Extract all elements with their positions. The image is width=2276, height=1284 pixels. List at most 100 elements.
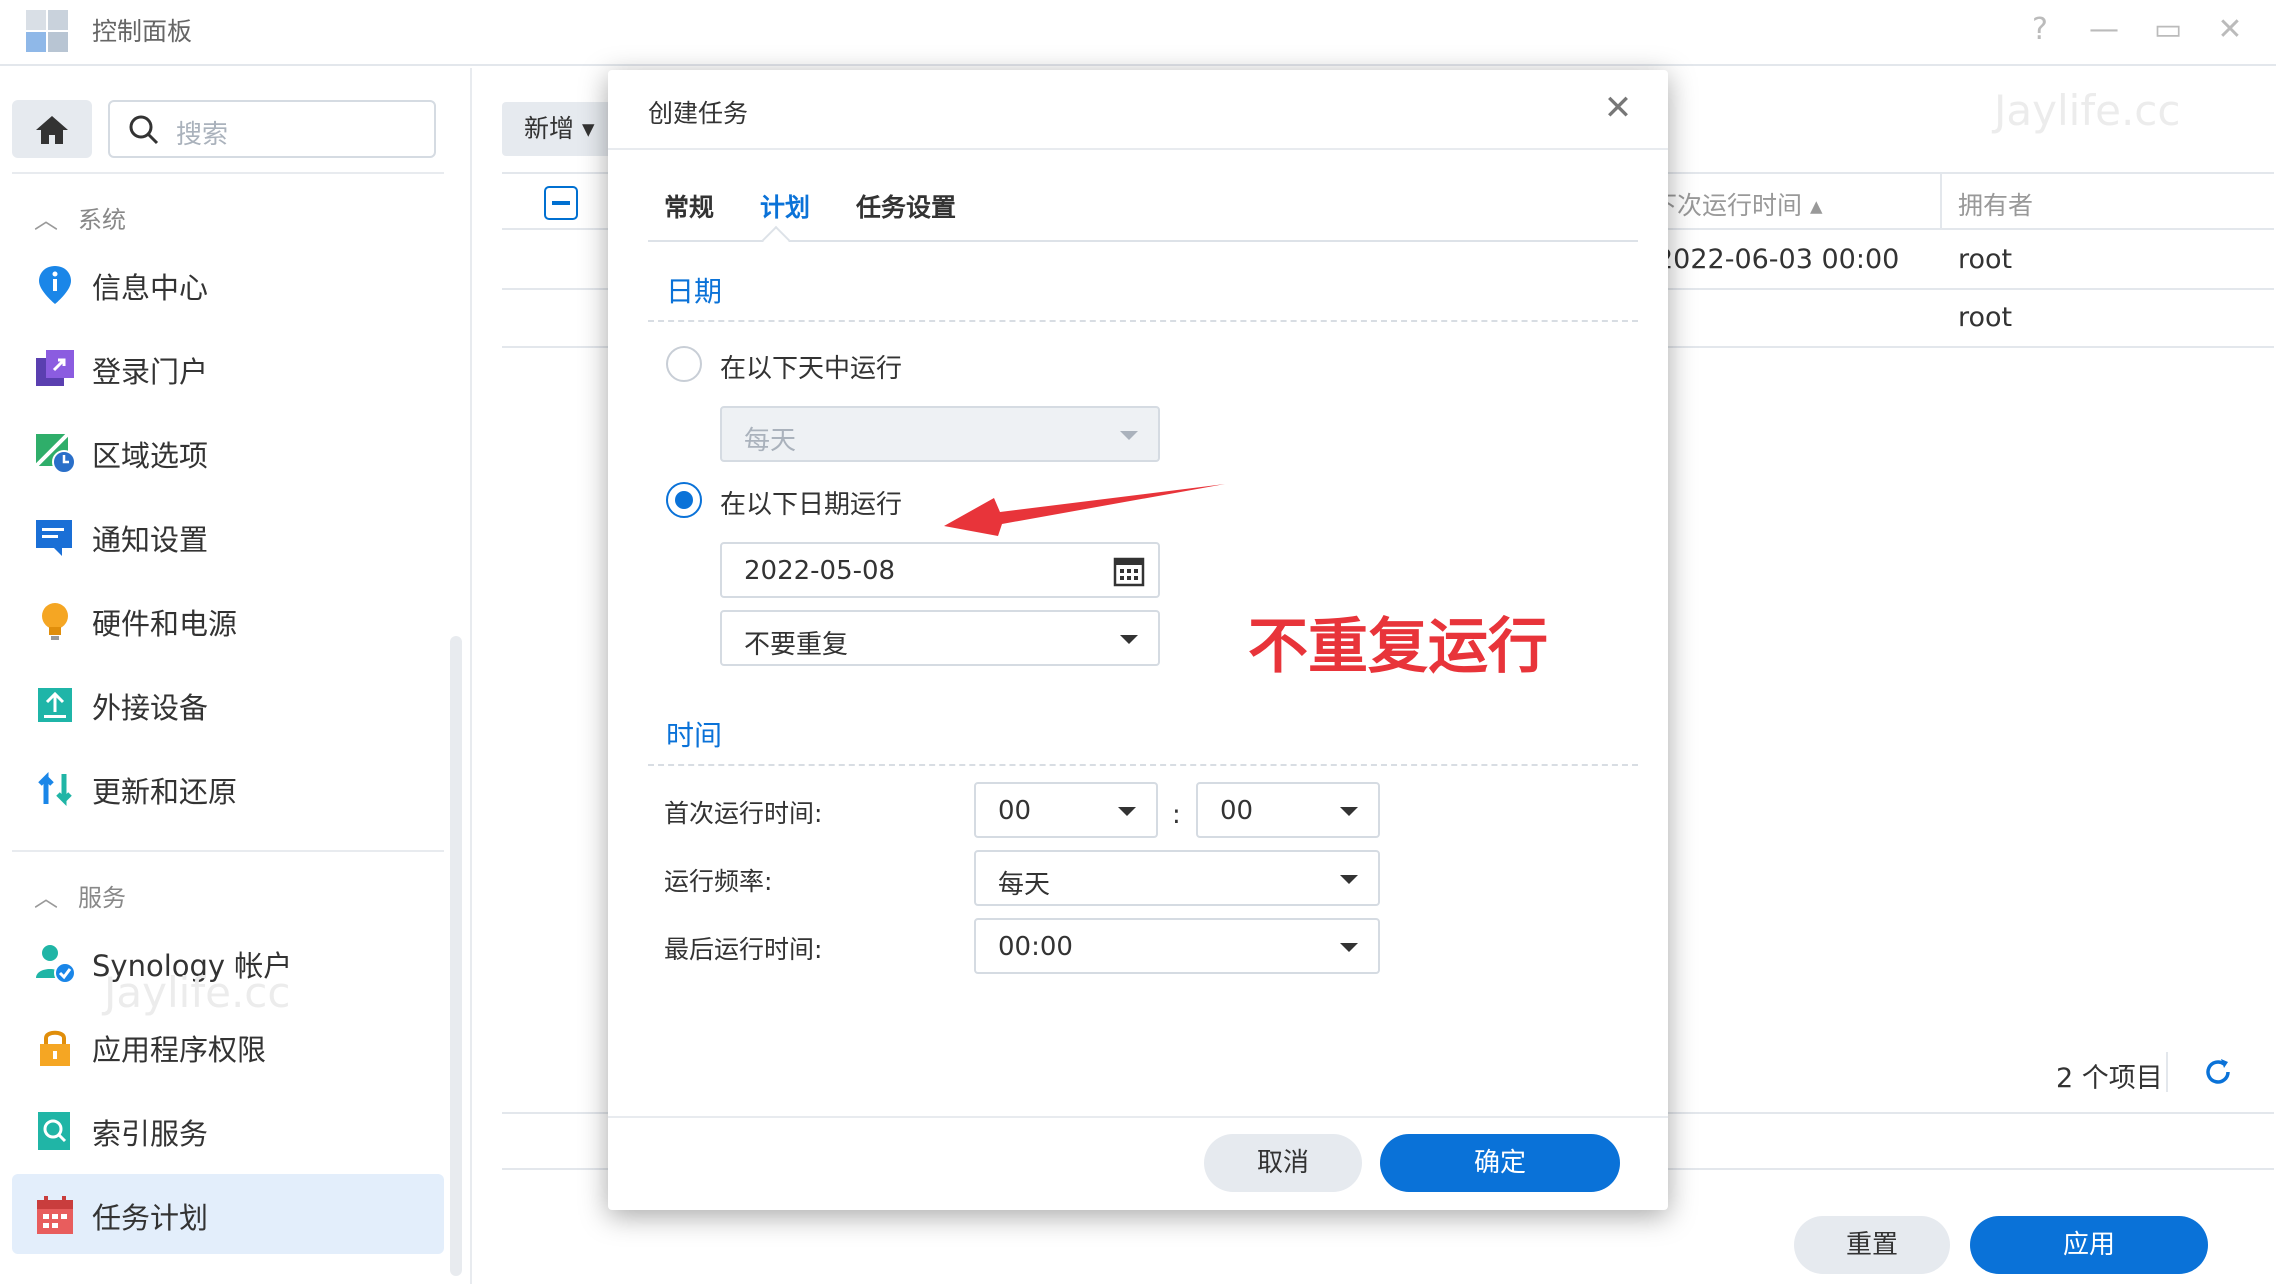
tab-schedule[interactable]: 计划 (760, 188, 810, 224)
refresh-icon[interactable] (2202, 1056, 2234, 1088)
section-title-date: 日期 (666, 275, 723, 308)
last-run-time-select[interactable]: 00:00 (974, 918, 1380, 974)
days-select: 每天 (720, 406, 1160, 462)
sidebar-item-index-service[interactable]: 索引服务 (12, 1090, 444, 1170)
divider (12, 172, 444, 174)
sidebar-item-label: 应用程序权限 (92, 1033, 267, 1067)
frequency-select[interactable]: 每天 (974, 850, 1380, 906)
chevron-down-icon (1340, 807, 1358, 816)
login-portal-icon (36, 350, 74, 386)
row-owner: root (1958, 302, 2013, 333)
column-header-next-run[interactable]: 下次运行时间 ▴ (1652, 186, 1823, 222)
divider (1940, 172, 1942, 228)
first-run-minute-select[interactable]: 00 (1196, 782, 1380, 838)
bulb-icon (42, 603, 68, 640)
tab-general[interactable]: 常规 (664, 188, 714, 224)
row-next-run: 2022-06-03 00:00 (1656, 244, 1900, 275)
frequency-label: 运行频率: (664, 867, 773, 896)
info-icon (39, 266, 71, 304)
chevron-up-icon: ︿ (34, 206, 58, 234)
sidebar-item-label: 通知设置 (92, 523, 209, 557)
section-header-services[interactable]: ︿ 服务 (34, 878, 126, 913)
close-icon[interactable]: ✕ (1598, 88, 1638, 128)
search-icon (129, 115, 159, 145)
section-title-time: 时间 (666, 719, 723, 752)
sidebar-item-login-portal[interactable]: 登录门户 (12, 328, 444, 408)
external-device-icon (38, 688, 72, 722)
window-title: 控制面板 (92, 17, 193, 46)
chevron-down-icon (1120, 431, 1138, 440)
time-separator: : (1172, 800, 1181, 830)
radio-run-on-days[interactable] (666, 346, 702, 382)
search-box[interactable]: 搜索 (108, 100, 436, 158)
ok-button[interactable]: 确定 (1380, 1134, 1620, 1192)
new-task-button[interactable]: 新增 ▾ (502, 102, 612, 156)
watermark: Jaylife.cc (1994, 86, 2181, 135)
sidebar: 搜索 ︿ 系统 信息中心 登录门户 区域选项 通知设置 硬件和电源 外接设备 更… (0, 68, 472, 1284)
repeat-select[interactable]: 不要重复 (720, 610, 1160, 666)
divider (608, 1116, 1668, 1118)
chevron-down-icon (1340, 943, 1358, 952)
tab-task-settings[interactable]: 任务设置 (856, 188, 956, 224)
apply-button[interactable]: 应用 (1970, 1216, 2208, 1274)
tab-bar-underline (648, 240, 1638, 242)
sidebar-item-notification[interactable]: 通知设置 (12, 496, 444, 576)
sidebar-item-label: 更新和还原 (92, 775, 238, 809)
sidebar-item-regional-options[interactable]: 区域选项 (12, 412, 444, 492)
divider (608, 148, 1668, 150)
regional-options-icon (34, 432, 76, 474)
sidebar-item-label: 登录门户 (92, 355, 209, 389)
last-run-time-label: 最后运行时间: (664, 935, 823, 964)
divider (2166, 1052, 2168, 1092)
home-button[interactable] (12, 100, 92, 158)
close-window-icon[interactable]: ✕ (2210, 10, 2250, 50)
divider (648, 320, 1638, 322)
minimize-icon[interactable]: — (2084, 10, 2124, 50)
sidebar-scrollbar[interactable] (450, 636, 462, 1276)
radio-run-on-date-label: 在以下日期运行 (720, 490, 903, 520)
lock-icon (40, 1030, 70, 1066)
synology-account-icon (36, 945, 76, 984)
sidebar-item-label: 索引服务 (92, 1117, 209, 1151)
sidebar-item-label: 外接设备 (92, 691, 209, 725)
sidebar-item-info-center[interactable]: 信息中心 (12, 244, 444, 324)
annotation-arrow-icon (944, 484, 1225, 536)
window-titlebar: 控制面板 ? — ▭ ✕ (0, 0, 2276, 66)
item-count: 2 个项目 (2056, 1063, 2163, 1094)
active-tab-indicator (761, 225, 791, 255)
select-all-checkbox[interactable] (544, 186, 578, 220)
home-icon (36, 116, 68, 144)
sidebar-item-update-restore[interactable]: 更新和还原 (12, 748, 444, 828)
reset-button[interactable]: 重置 (1794, 1216, 1950, 1274)
column-header-owner[interactable]: 拥有者 (1958, 186, 2033, 222)
sidebar-item-label: 任务计划 (92, 1201, 209, 1235)
radio-run-on-date[interactable] (666, 482, 702, 518)
sidebar-item-label: 信息中心 (92, 271, 209, 305)
chevron-down-icon (1340, 875, 1358, 884)
sidebar-item-label: 硬件和电源 (92, 607, 238, 641)
row-owner: root (1958, 244, 2013, 275)
sidebar-item-label: 区域选项 (92, 439, 209, 473)
help-icon[interactable]: ? (2020, 10, 2060, 50)
cancel-button[interactable]: 取消 (1204, 1134, 1362, 1192)
sidebar-item-task-scheduler[interactable]: 任务计划 (12, 1174, 444, 1254)
sidebar-item-app-privileges[interactable]: 应用程序权限 (12, 1006, 444, 1086)
annotation-text: 不重复运行 (1248, 612, 1548, 682)
watermark: Jaylife.cc (104, 968, 291, 1017)
sidebar-item-hardware-power[interactable]: 硬件和电源 (12, 580, 444, 660)
divider (648, 764, 1638, 766)
first-run-hour-select[interactable]: 00 (974, 782, 1158, 838)
search-input[interactable]: 搜索 (176, 114, 228, 151)
chevron-down-icon (1118, 807, 1136, 816)
radio-run-on-days-label: 在以下天中运行 (720, 354, 903, 384)
sidebar-item-external-device[interactable]: 外接设备 (12, 664, 444, 744)
dialog-title: 创建任务 (648, 99, 749, 128)
notification-icon (36, 520, 72, 556)
section-header-system[interactable]: ︿ 系统 (34, 200, 126, 235)
chevron-down-icon (1120, 635, 1138, 644)
control-panel-logo-icon (26, 10, 72, 56)
first-run-time-label: 首次运行时间: (664, 799, 823, 828)
update-restore-icon (38, 771, 72, 807)
chevron-up-icon: ︿ (34, 884, 58, 912)
maximize-icon[interactable]: ▭ (2148, 10, 2188, 50)
